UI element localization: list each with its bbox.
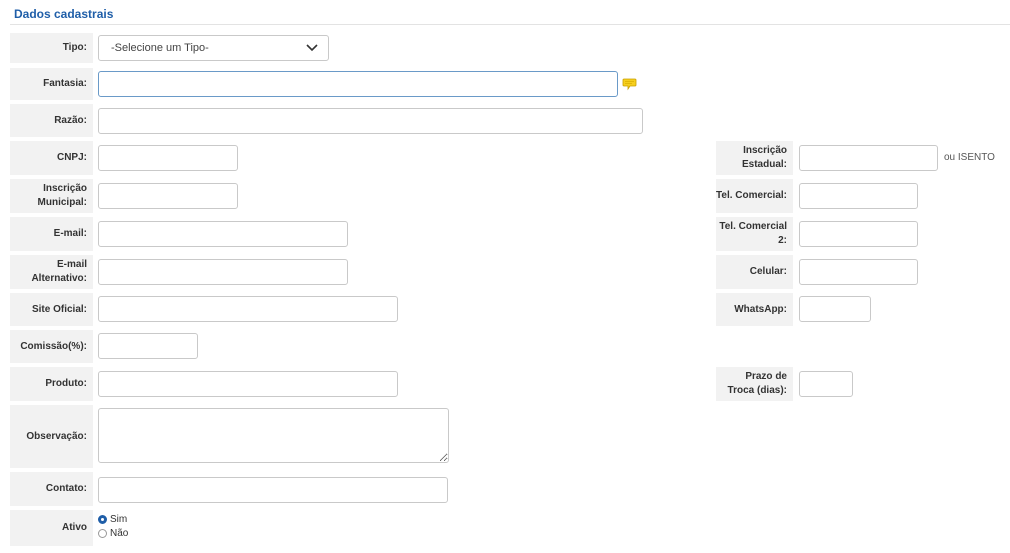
prazo-troca-input[interactable] xyxy=(799,371,853,397)
isento-note: ou ISENTO xyxy=(944,152,995,163)
inscricao-estadual-input[interactable] xyxy=(799,145,938,171)
radio-sim[interactable] xyxy=(98,515,107,524)
label-tel-comercial: Tel. Comercial: xyxy=(716,179,793,213)
label-fantasia: Fantasia: xyxy=(10,68,93,100)
speech-bubble-icon[interactable] xyxy=(622,78,637,96)
contato-input[interactable] xyxy=(98,477,448,503)
email-input[interactable] xyxy=(98,221,348,247)
produto-input[interactable] xyxy=(98,371,398,397)
label-celular: Celular: xyxy=(716,255,793,289)
fantasia-input[interactable] xyxy=(98,71,618,97)
section-title: Dados cadastrais xyxy=(14,7,114,21)
label-contato: Contato: xyxy=(10,472,93,506)
label-site-oficial: Site Oficial: xyxy=(10,293,93,326)
section-divider xyxy=(10,24,1010,25)
radio-nao-label: Não xyxy=(110,528,129,539)
label-comissao: Comissão(%): xyxy=(10,330,93,363)
observacao-textarea[interactable] xyxy=(98,408,449,463)
inscricao-municipal-input[interactable] xyxy=(98,183,238,209)
tipo-select-value: -Selecione um Tipo- xyxy=(111,42,209,54)
label-email: E-mail: xyxy=(10,217,93,251)
label-razao: Razão: xyxy=(10,104,93,137)
site-oficial-input[interactable] xyxy=(98,296,398,322)
label-cnpj: CNPJ: xyxy=(10,141,93,175)
ativo-radio-group: Sim Não xyxy=(98,513,128,541)
label-tel-comercial-2: Tel. Comercial 2: xyxy=(716,217,793,251)
label-observacao: Observação: xyxy=(10,405,93,468)
label-tipo: Tipo: xyxy=(10,33,93,63)
whatsapp-input[interactable] xyxy=(799,296,871,322)
razao-input[interactable] xyxy=(98,108,643,134)
ativo-option-sim[interactable]: Sim xyxy=(98,513,128,526)
celular-input[interactable] xyxy=(799,259,918,285)
tipo-select[interactable]: -Selecione um Tipo- xyxy=(98,35,329,61)
label-produto: Produto: xyxy=(10,367,93,401)
label-inscricao-municipal: Inscrição Municipal: xyxy=(10,179,93,213)
tel-comercial-input[interactable] xyxy=(799,183,918,209)
radio-nao[interactable] xyxy=(98,529,107,538)
label-whatsapp: WhatsApp: xyxy=(716,293,793,326)
email-alternativo-input[interactable] xyxy=(98,259,348,285)
chevron-down-icon xyxy=(306,44,318,52)
ativo-option-nao[interactable]: Não xyxy=(98,527,128,540)
tel-comercial-2-input[interactable] xyxy=(799,221,918,247)
label-email-alternativo: E-mail Alternativo: xyxy=(10,255,93,289)
comissao-input[interactable] xyxy=(98,333,198,359)
label-ativo: Ativo xyxy=(10,510,93,546)
radio-sim-label: Sim xyxy=(110,514,128,525)
label-prazo-troca: Prazo de Troca (dias): xyxy=(716,367,793,401)
cnpj-input[interactable] xyxy=(98,145,238,171)
label-inscricao-estadual: Inscrição Estadual: xyxy=(716,141,793,175)
